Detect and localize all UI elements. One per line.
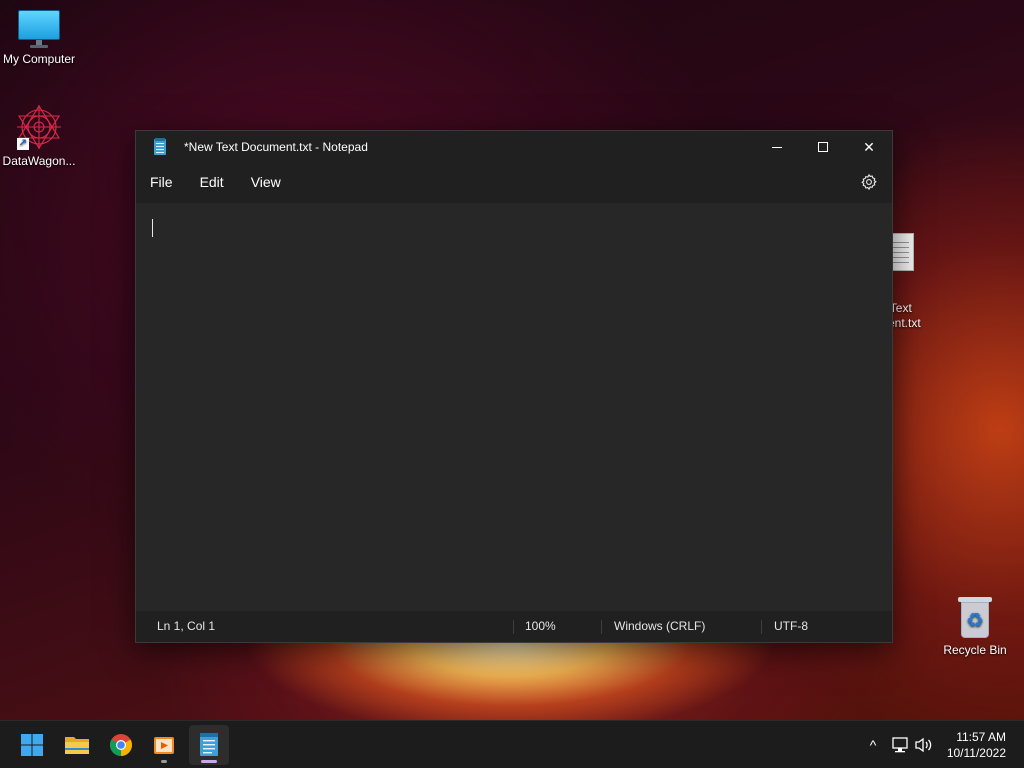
taskbar: ^ 11:57 AM 10/11/2022 [0, 720, 1024, 768]
desktop-icon-label: Recycle Bin [943, 643, 1007, 657]
clock-time: 11:57 AM [956, 730, 1006, 744]
window-title: *New Text Document.txt - Notepad [184, 140, 368, 154]
chrome-icon [110, 734, 132, 756]
notepad-icon [154, 138, 166, 155]
gear-icon [861, 173, 877, 191]
active-indicator [201, 760, 217, 763]
recycle-bin-icon: ♻ [958, 597, 992, 639]
fractal-shortcut-icon: ↗ [15, 104, 63, 150]
status-divider [761, 620, 762, 634]
text-editor[interactable] [136, 203, 892, 611]
volume-icon[interactable] [914, 736, 934, 754]
menu-view[interactable]: View [238, 168, 294, 196]
maximize-icon [818, 142, 828, 152]
desktop-icon-my-computer[interactable]: My Computer [1, 10, 77, 66]
network-icon[interactable] [890, 736, 910, 754]
clock-date: 10/11/2022 [946, 746, 1006, 760]
status-encoding: UTF-8 [774, 619, 808, 633]
status-bar: Ln 1, Col 1 100% Windows (CRLF) UTF-8 [136, 611, 892, 642]
taskbar-file-explorer[interactable] [57, 725, 97, 765]
minimize-icon [772, 146, 782, 148]
windows-start-icon [21, 734, 43, 756]
taskbar-chrome[interactable] [101, 725, 141, 765]
text-caret [152, 219, 153, 237]
status-cursor-position: Ln 1, Col 1 [157, 619, 216, 633]
system-tray: ^ [862, 721, 934, 768]
menu-file[interactable]: File [137, 168, 186, 196]
settings-button[interactable] [860, 173, 878, 191]
taskbar-media-player[interactable] [144, 725, 184, 765]
status-divider [513, 620, 514, 634]
desktop-icon-label: My Computer [2, 52, 76, 66]
media-player-icon [154, 737, 174, 754]
status-line-ending: Windows (CRLF) [614, 619, 706, 633]
close-button[interactable]: ✕ [846, 131, 892, 163]
close-icon: ✕ [863, 138, 875, 155]
notepad-icon [200, 733, 218, 756]
taskbar-notepad[interactable] [189, 725, 229, 765]
maximize-button[interactable] [800, 131, 846, 163]
status-zoom: 100% [525, 619, 556, 633]
chevron-up-icon[interactable]: ^ [862, 737, 884, 753]
computer-icon [18, 10, 60, 48]
running-indicator [161, 760, 167, 763]
title-bar[interactable]: *New Text Document.txt - Notepad ✕ [136, 131, 892, 163]
folder-icon [65, 737, 89, 754]
menu-bar: File Edit View [136, 163, 892, 201]
desktop-icon-label: DataWagon... [2, 154, 76, 168]
notepad-window: *New Text Document.txt - Notepad ✕ File … [135, 130, 893, 643]
desktop-icon-recycle-bin[interactable]: ♻ Recycle Bin [937, 597, 1013, 657]
menu-edit[interactable]: Edit [187, 168, 237, 196]
status-divider [601, 620, 602, 634]
start-button[interactable] [12, 725, 52, 765]
minimize-button[interactable] [754, 131, 800, 163]
clock[interactable]: 11:57 AM 10/11/2022 [947, 729, 1006, 761]
desktop-icon-datawagon-shortcut[interactable]: ↗ DataWagon... [1, 104, 77, 168]
